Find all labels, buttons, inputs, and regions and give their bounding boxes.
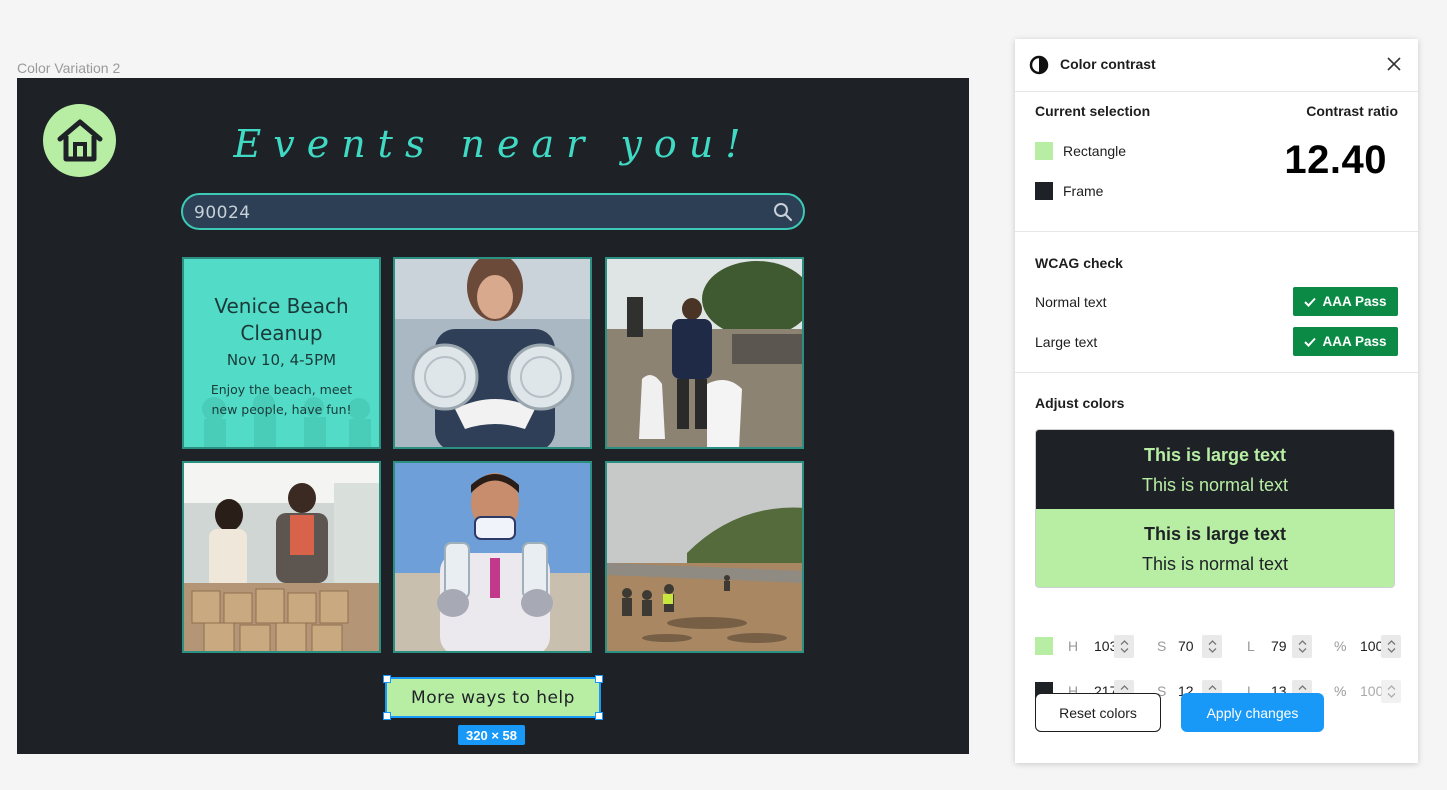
selection-size-badge: 320 × 58 [458, 725, 525, 745]
resize-handle-top-left[interactable] [383, 675, 391, 683]
event-description: Enjoy the beach, meet new people, have f… [210, 382, 353, 417]
chevron-up-icon[interactable] [1208, 685, 1217, 690]
chevron-up-icon[interactable] [1208, 640, 1217, 645]
design-frame[interactable]: Events near you! 90024 Venice Beach Clea… [17, 78, 969, 754]
panel-header: Color contrast [1015, 39, 1418, 92]
beach-cleanup-photo [607, 463, 802, 651]
search-value: 90024 [194, 203, 251, 223]
close-icon[interactable] [1386, 56, 1402, 72]
lightness-value[interactable]: 79 [1271, 638, 1293, 654]
page-heading: Events near you! [233, 122, 753, 166]
more-ways-button[interactable]: More ways to help [385, 677, 601, 718]
large-text-label: Large text [1035, 334, 1098, 350]
photo-tile-beach[interactable] [605, 461, 804, 653]
color-contrast-panel: Color contrast Current selection Contras… [1015, 39, 1418, 763]
large-text-badge-label: AAA Pass [1322, 334, 1387, 349]
event-title: Venice Beach Cleanup [214, 294, 349, 345]
adjust-colors-section: Adjust colors This is large text This is… [1015, 373, 1418, 763]
chevron-down-icon[interactable] [1387, 693, 1396, 698]
normal-text-badge-label: AAA Pass [1322, 294, 1387, 309]
wcag-heading: WCAG check [1035, 255, 1123, 271]
volunteer-bottles-photo [395, 463, 590, 651]
chevron-down-icon[interactable] [1120, 648, 1129, 653]
adjust-colors-heading: Adjust colors [1035, 395, 1125, 411]
volunteers-bags-photo [607, 259, 802, 447]
event-card-venice[interactable]: Venice Beach Cleanup Nov 10, 4-5PM Enjoy… [182, 257, 381, 449]
hue-value[interactable]: 103 [1094, 638, 1116, 654]
chevron-down-icon[interactable] [1208, 648, 1217, 653]
contrast-plugin-icon [1029, 55, 1049, 75]
zip-search-input[interactable]: 90024 [181, 193, 805, 230]
alpha-key: % [1334, 638, 1347, 654]
saturation-stepper[interactable] [1202, 635, 1222, 658]
chevron-up-icon[interactable] [1387, 685, 1396, 690]
saturation-value[interactable]: 70 [1178, 638, 1200, 654]
alpha-value[interactable]: 100 [1360, 638, 1382, 654]
rectangle-swatch[interactable] [1035, 142, 1053, 160]
wcag-section: WCAG check Normal text AAA Pass Large te… [1015, 232, 1418, 373]
chevron-up-icon[interactable] [1120, 640, 1129, 645]
contrast-preview: This is large text This is normal text T… [1035, 429, 1395, 588]
normal-text-label: Normal text [1035, 294, 1107, 310]
chevron-down-icon[interactable] [1298, 648, 1307, 653]
hue-stepper[interactable] [1114, 635, 1134, 658]
chevron-up-icon[interactable] [1298, 640, 1307, 645]
contrast-ratio-value: 12.40 [1284, 138, 1387, 182]
current-selection-section: Current selection Contrast ratio Rectang… [1015, 92, 1418, 232]
search-icon[interactable] [773, 202, 793, 222]
check-icon [1304, 297, 1317, 307]
alpha-value[interactable]: 100 [1360, 683, 1382, 699]
current-selection-heading: Current selection [1035, 103, 1151, 119]
chevron-up-icon[interactable] [1387, 640, 1396, 645]
resize-handle-top-right[interactable] [595, 675, 603, 683]
resize-handle-bottom-right[interactable] [595, 712, 603, 720]
contrast-ratio-heading: Contrast ratio [1306, 103, 1398, 119]
frame-label[interactable]: Color Variation 2 [17, 60, 120, 76]
preview-light-large-text: This is large text [1143, 524, 1287, 544]
volunteer-lids-photo [395, 259, 590, 447]
hue-key: H [1068, 638, 1079, 654]
frame-label-item: Frame [1063, 183, 1104, 199]
lightness-stepper[interactable] [1292, 635, 1312, 658]
normal-text-pass-badge: AAA Pass [1293, 287, 1398, 316]
event-date: Nov 10, 4-5PM [226, 351, 337, 369]
chevron-up-icon[interactable] [1298, 685, 1307, 690]
chevron-down-icon[interactable] [1387, 648, 1396, 653]
hsl-row-rectangle: H 103 S 70 L 79 % 100 [1035, 635, 1405, 659]
preview-light-normal-text: This is normal text [1141, 554, 1289, 574]
alpha-key: % [1334, 683, 1347, 699]
photo-tile-lids[interactable] [393, 257, 592, 449]
preview-dark: This is large text This is normal text [1036, 430, 1394, 509]
chevron-up-icon[interactable] [1120, 685, 1129, 690]
preview-dark-large-text: This is large text [1143, 445, 1287, 465]
lightness-key: L [1247, 638, 1255, 654]
resize-handle-bottom-left[interactable] [383, 712, 391, 720]
event-grid: Venice Beach Cleanup Nov 10, 4-5PM Enjoy… [182, 257, 806, 655]
photo-tile-bags[interactable] [605, 257, 804, 449]
photo-tile-packing[interactable] [182, 461, 381, 653]
check-icon [1304, 337, 1317, 347]
alpha-stepper[interactable] [1381, 680, 1401, 703]
frame-swatch[interactable] [1035, 182, 1053, 200]
preview-light: This is large text This is normal text [1036, 509, 1394, 587]
reset-colors-button[interactable]: Reset colors [1035, 693, 1161, 732]
rectangle-color-swatch[interactable] [1035, 637, 1053, 655]
panel-title: Color contrast [1060, 56, 1156, 72]
saturation-key: S [1157, 638, 1167, 654]
volunteers-packing-photo [184, 463, 379, 651]
rectangle-label: Rectangle [1063, 143, 1127, 159]
alpha-stepper[interactable] [1381, 635, 1401, 658]
preview-dark-normal-text: This is normal text [1141, 475, 1289, 495]
large-text-pass-badge: AAA Pass [1293, 327, 1398, 356]
photo-tile-bottles[interactable] [393, 461, 592, 653]
apply-changes-button[interactable]: Apply changes [1181, 693, 1324, 732]
